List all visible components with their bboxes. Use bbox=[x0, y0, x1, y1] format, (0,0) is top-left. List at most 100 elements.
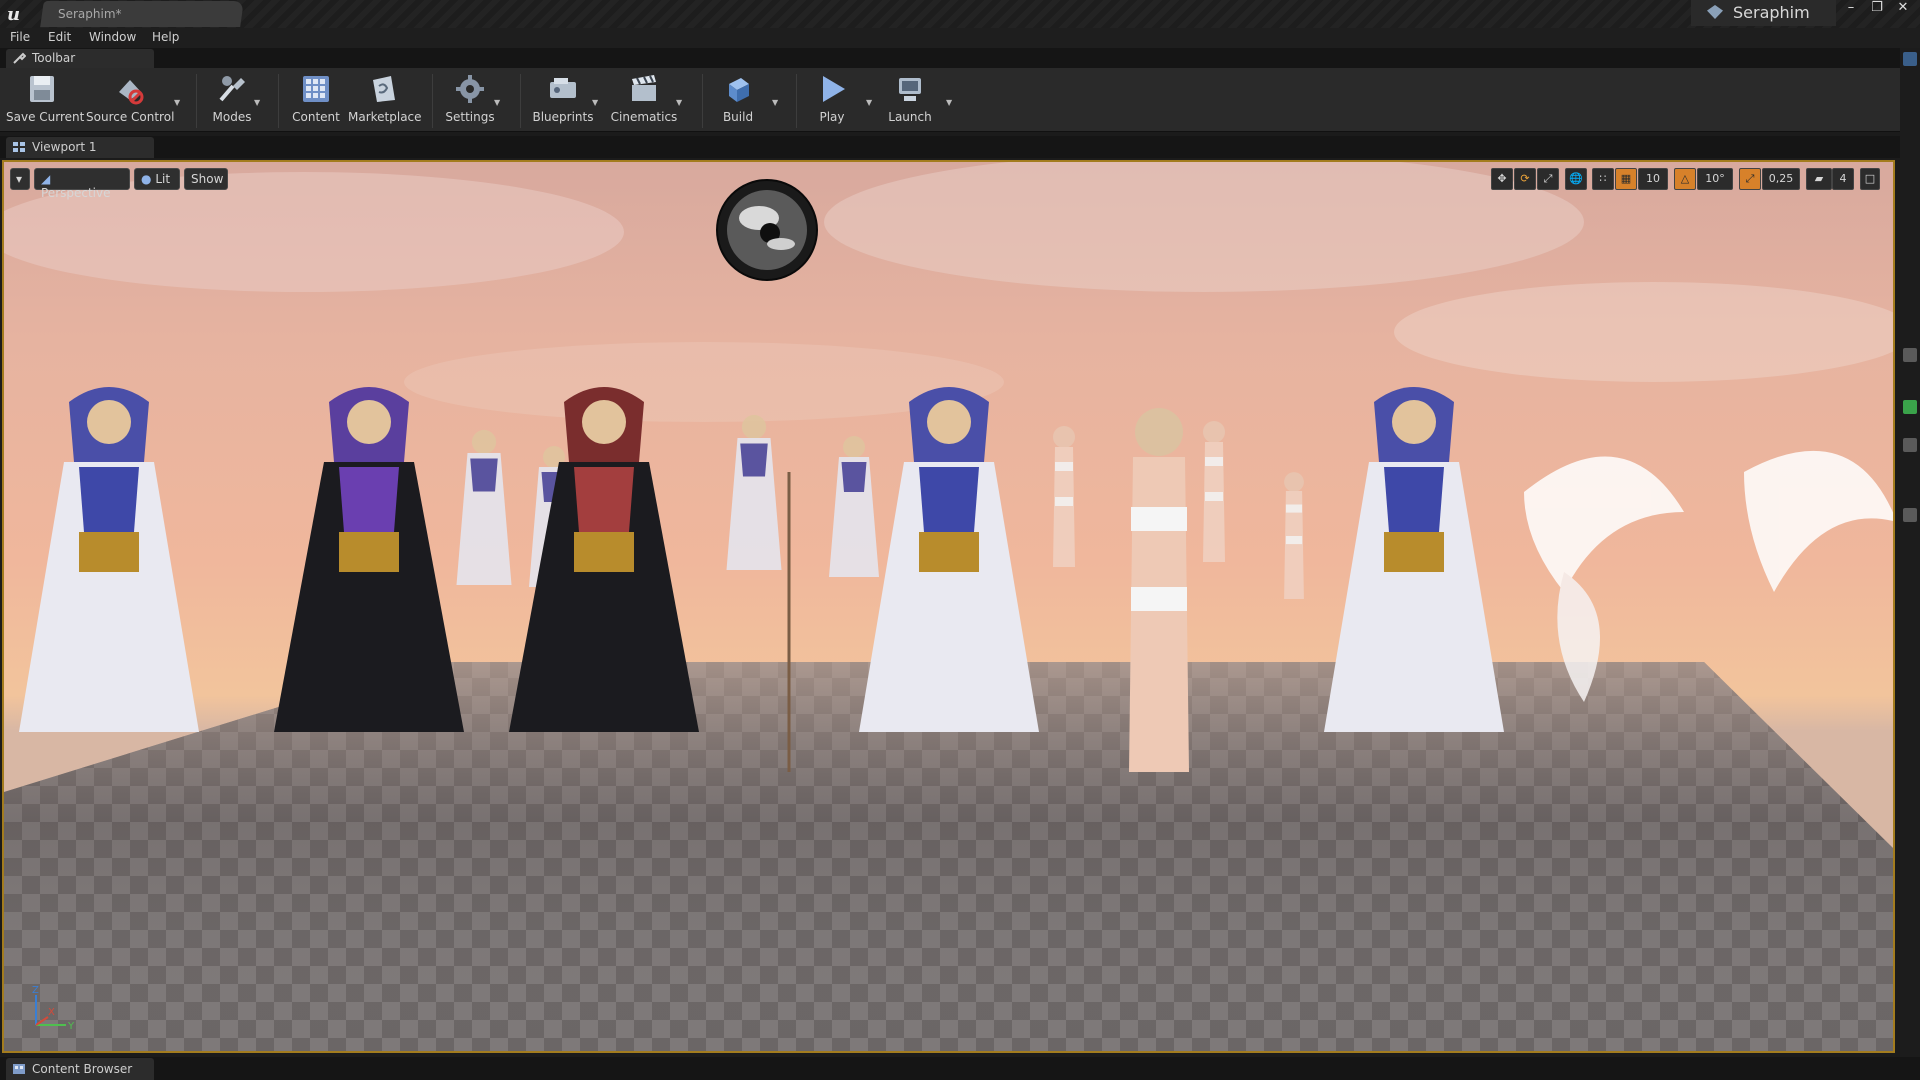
toolbar-separator bbox=[278, 74, 279, 128]
camera-speed-icon[interactable]: ▰ bbox=[1806, 168, 1832, 190]
settings-gear-icon bbox=[456, 75, 484, 103]
cinematics-dropdown-icon[interactable]: ▼ bbox=[676, 98, 686, 107]
axis-y-label: Y bbox=[67, 1021, 75, 1032]
surface-snap-icon[interactable]: ∷ bbox=[1592, 168, 1614, 190]
unreal-logo-icon[interactable]: u bbox=[4, 2, 26, 25]
show-button[interactable]: Show bbox=[184, 168, 228, 190]
launch-label: Launch bbox=[888, 110, 932, 124]
restore-icon[interactable]: ❐ bbox=[1864, 0, 1890, 18]
settings-button[interactable]: Settings bbox=[440, 72, 500, 130]
toolbar-separator bbox=[702, 74, 703, 128]
toolbar-separator bbox=[520, 74, 521, 128]
source-control-icon bbox=[119, 80, 144, 105]
add-actor-icon[interactable] bbox=[1903, 400, 1917, 414]
rotate-mode-icon[interactable]: ⟳ bbox=[1514, 168, 1536, 190]
rotation-snap-value[interactable]: 10° bbox=[1697, 168, 1733, 190]
menu-file[interactable]: File bbox=[10, 30, 30, 44]
blueprints-dropdown-icon[interactable]: ▼ bbox=[592, 98, 602, 107]
level-viewport[interactable]: ▾ ◢ Perspective ● Lit Show ✥ ⟳ ⤢ 🌐 ∷ ▦ 1… bbox=[2, 160, 1895, 1053]
marketplace-button[interactable]: Marketplace bbox=[348, 72, 422, 130]
play-dropdown-icon[interactable]: ▼ bbox=[866, 98, 876, 107]
perspective-label: Perspective bbox=[41, 186, 111, 200]
blueprints-icon bbox=[550, 78, 576, 98]
toolbar-tabstrip: Toolbar bbox=[0, 48, 1900, 68]
settings-dropdown-icon[interactable]: ▼ bbox=[494, 98, 504, 107]
document-tab[interactable]: Seraphim* bbox=[40, 1, 244, 27]
scale-snap-icon[interactable]: ⤢ bbox=[1739, 168, 1761, 190]
content-button[interactable]: Content bbox=[286, 72, 346, 130]
lit-label: Lit bbox=[155, 172, 171, 186]
grid-snap-value[interactable]: 10 bbox=[1638, 168, 1668, 190]
scale-mode-icon[interactable]: ⤢ bbox=[1537, 168, 1559, 190]
build-button[interactable]: Build bbox=[710, 72, 766, 130]
blueprints-label: Blueprints bbox=[532, 110, 594, 124]
viewport-options-button[interactable]: ▾ bbox=[10, 168, 30, 190]
modes-dropdown-icon[interactable]: ▼ bbox=[254, 98, 264, 107]
maximize-viewport-icon[interactable]: □ bbox=[1860, 168, 1880, 190]
toolbar-separator bbox=[196, 74, 197, 128]
details-panel-icon[interactable] bbox=[1903, 52, 1917, 66]
launch-icon bbox=[899, 78, 921, 101]
minimize-icon[interactable]: – bbox=[1838, 0, 1864, 18]
source-control-button[interactable]: Source Control bbox=[86, 72, 174, 130]
menu-window[interactable]: Window bbox=[89, 30, 136, 44]
grid-snap-icon[interactable]: ▦ bbox=[1615, 168, 1637, 190]
build-label: Build bbox=[722, 110, 754, 124]
menu-help[interactable]: Help bbox=[152, 30, 179, 44]
outliner-icon[interactable] bbox=[1903, 348, 1917, 362]
launch-dropdown-icon[interactable]: ▼ bbox=[946, 98, 956, 107]
tab-viewport-1[interactable]: Viewport 1 bbox=[6, 137, 154, 158]
lit-button[interactable]: ● Lit bbox=[134, 168, 180, 190]
document-tab-label: Seraphim* bbox=[58, 7, 122, 21]
launch-button[interactable]: Launch bbox=[880, 72, 940, 130]
play-label: Play bbox=[819, 110, 845, 124]
wrench-icon bbox=[13, 52, 26, 64]
build-icon bbox=[729, 78, 749, 102]
project-badge: Seraphim bbox=[1691, 0, 1836, 26]
axis-x-label: X bbox=[48, 1007, 55, 1018]
content-browser-tabstrip: Content Browser bbox=[0, 1057, 1920, 1080]
save-icon bbox=[30, 76, 54, 102]
reflection-capture-sphere[interactable] bbox=[715, 178, 819, 282]
settings-label: Settings bbox=[445, 110, 495, 124]
viewport-tabstrip: Viewport 1 bbox=[0, 136, 1900, 158]
save-current-button[interactable]: Save Current bbox=[6, 72, 85, 130]
perspective-button[interactable]: ◢ Perspective bbox=[34, 168, 130, 200]
translate-mode-icon[interactable]: ✥ bbox=[1491, 168, 1513, 190]
menu-bar: File Edit Window Help bbox=[0, 28, 1920, 48]
save-current-label: Save Current bbox=[6, 110, 85, 124]
content-label: Content bbox=[292, 110, 340, 124]
title-bar: u Seraphim* Seraphim – ❐ ✕ bbox=[0, 0, 1920, 28]
menu-edit[interactable]: Edit bbox=[48, 30, 71, 44]
blueprints-button[interactable]: Blueprints bbox=[528, 72, 598, 130]
camera-speed-value[interactable]: 4 bbox=[1832, 168, 1854, 190]
marketplace-label: Marketplace bbox=[348, 110, 422, 124]
modes-button[interactable]: Modes bbox=[204, 72, 260, 130]
tab-content-browser[interactable]: Content Browser bbox=[6, 1058, 154, 1080]
marketplace-icon bbox=[373, 76, 395, 102]
axis-z-label: Z bbox=[32, 985, 39, 996]
rotation-snap-icon[interactable]: △ bbox=[1674, 168, 1696, 190]
play-button[interactable]: Play bbox=[804, 72, 860, 130]
cinematics-button[interactable]: Cinematics bbox=[608, 72, 680, 130]
layers-icon[interactable] bbox=[1903, 438, 1917, 452]
world-space-icon[interactable]: 🌐 bbox=[1565, 168, 1587, 190]
toolbar-separator bbox=[796, 74, 797, 128]
show-label: Show bbox=[191, 172, 224, 186]
content-browser-icon bbox=[13, 1064, 25, 1074]
lit-sphere-icon: ● bbox=[141, 172, 152, 186]
close-icon[interactable]: ✕ bbox=[1890, 0, 1916, 18]
project-name: Seraphim bbox=[1733, 3, 1810, 22]
clapperboard-icon bbox=[632, 75, 656, 101]
tab-toolbar-label: Toolbar bbox=[32, 51, 76, 65]
viewport-icon bbox=[13, 142, 25, 152]
right-side-rail bbox=[1900, 48, 1920, 1057]
source-control-dropdown-icon[interactable]: ▼ bbox=[174, 98, 184, 107]
search-icon[interactable] bbox=[1903, 508, 1917, 522]
tab-toolbar[interactable]: Toolbar bbox=[6, 49, 154, 68]
scale-snap-value[interactable]: 0,25 bbox=[1762, 168, 1800, 190]
cinematics-label: Cinematics bbox=[610, 110, 678, 124]
toolbar-separator bbox=[432, 74, 433, 128]
build-dropdown-icon[interactable]: ▼ bbox=[772, 98, 782, 107]
angel-wings bbox=[1524, 450, 1893, 702]
